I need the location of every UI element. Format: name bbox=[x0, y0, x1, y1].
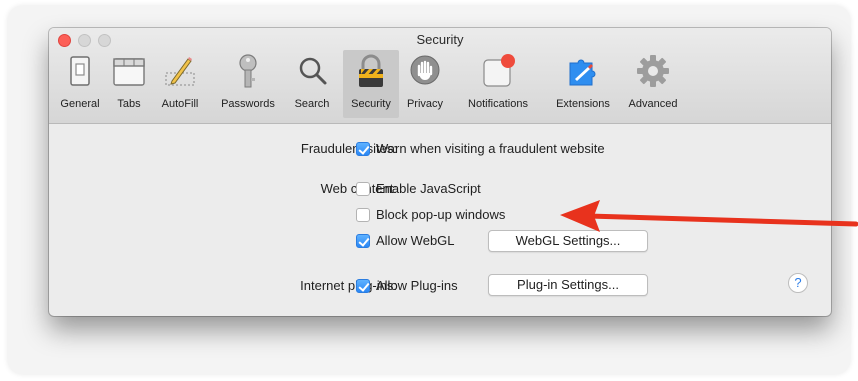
tab-autofill[interactable]: AutoFill bbox=[151, 50, 209, 118]
checkbox-checked[interactable] bbox=[356, 279, 370, 293]
magnifier-icon bbox=[295, 53, 329, 89]
padlock-icon bbox=[354, 53, 388, 89]
allow-webgl-text: Allow WebGL bbox=[376, 233, 455, 248]
tab-label: Security bbox=[351, 98, 391, 110]
autofill-pencil-icon bbox=[163, 53, 197, 89]
privacy-hand-icon bbox=[408, 53, 442, 89]
tab-security[interactable]: Security bbox=[343, 50, 399, 118]
tab-notifications[interactable]: Notifications bbox=[451, 50, 545, 118]
extensions-puzzle-icon bbox=[566, 53, 600, 89]
tab-label: Search bbox=[294, 98, 330, 110]
title-bar: Security General Tabs AutoFill Passwords… bbox=[49, 28, 831, 124]
tabs-window-icon bbox=[112, 53, 146, 89]
tab-label: Passwords bbox=[221, 98, 275, 110]
annotation-arrow-icon bbox=[560, 200, 858, 232]
tab-passwords[interactable]: Passwords bbox=[211, 50, 285, 118]
checkbox-unchecked[interactable] bbox=[356, 208, 370, 222]
preferences-window: Security General Tabs AutoFill Passwords… bbox=[49, 28, 831, 316]
plugin-settings-button[interactable]: Plug-in Settings... bbox=[488, 274, 648, 296]
tab-label: Privacy bbox=[406, 98, 444, 110]
tab-label: General bbox=[60, 98, 100, 110]
advanced-gear-icon bbox=[636, 53, 670, 89]
key-icon bbox=[231, 53, 265, 89]
checkbox-unchecked[interactable] bbox=[356, 182, 370, 196]
allow-plugins-text: Allow Plug-ins bbox=[376, 278, 458, 293]
block-popups-text: Block pop-up windows bbox=[376, 207, 506, 222]
tab-privacy[interactable]: Privacy bbox=[401, 50, 449, 118]
tab-general[interactable]: General bbox=[53, 50, 107, 118]
tab-label: AutoFill bbox=[161, 98, 199, 110]
tab-search[interactable]: Search bbox=[287, 50, 337, 118]
general-switch-icon bbox=[63, 53, 97, 89]
enable-javascript-text: Enable JavaScript bbox=[376, 181, 481, 196]
tab-label: Advanced bbox=[628, 98, 678, 110]
warn-fraudulent-text: Warn when visiting a fraudulent website bbox=[376, 141, 605, 156]
help-button[interactable]: ? bbox=[788, 273, 808, 293]
tab-advanced[interactable]: Advanced bbox=[621, 50, 685, 118]
tab-label: Tabs bbox=[117, 98, 141, 110]
tab-tabs[interactable]: Tabs bbox=[109, 50, 149, 118]
notifications-badge-icon bbox=[481, 53, 515, 89]
tab-label: Notifications bbox=[468, 98, 528, 110]
tab-extensions[interactable]: Extensions bbox=[547, 50, 619, 118]
window-title: Security bbox=[416, 32, 464, 47]
tab-label: Extensions bbox=[556, 98, 610, 110]
checkbox-checked[interactable] bbox=[356, 234, 370, 248]
checkbox-checked[interactable] bbox=[356, 142, 370, 156]
